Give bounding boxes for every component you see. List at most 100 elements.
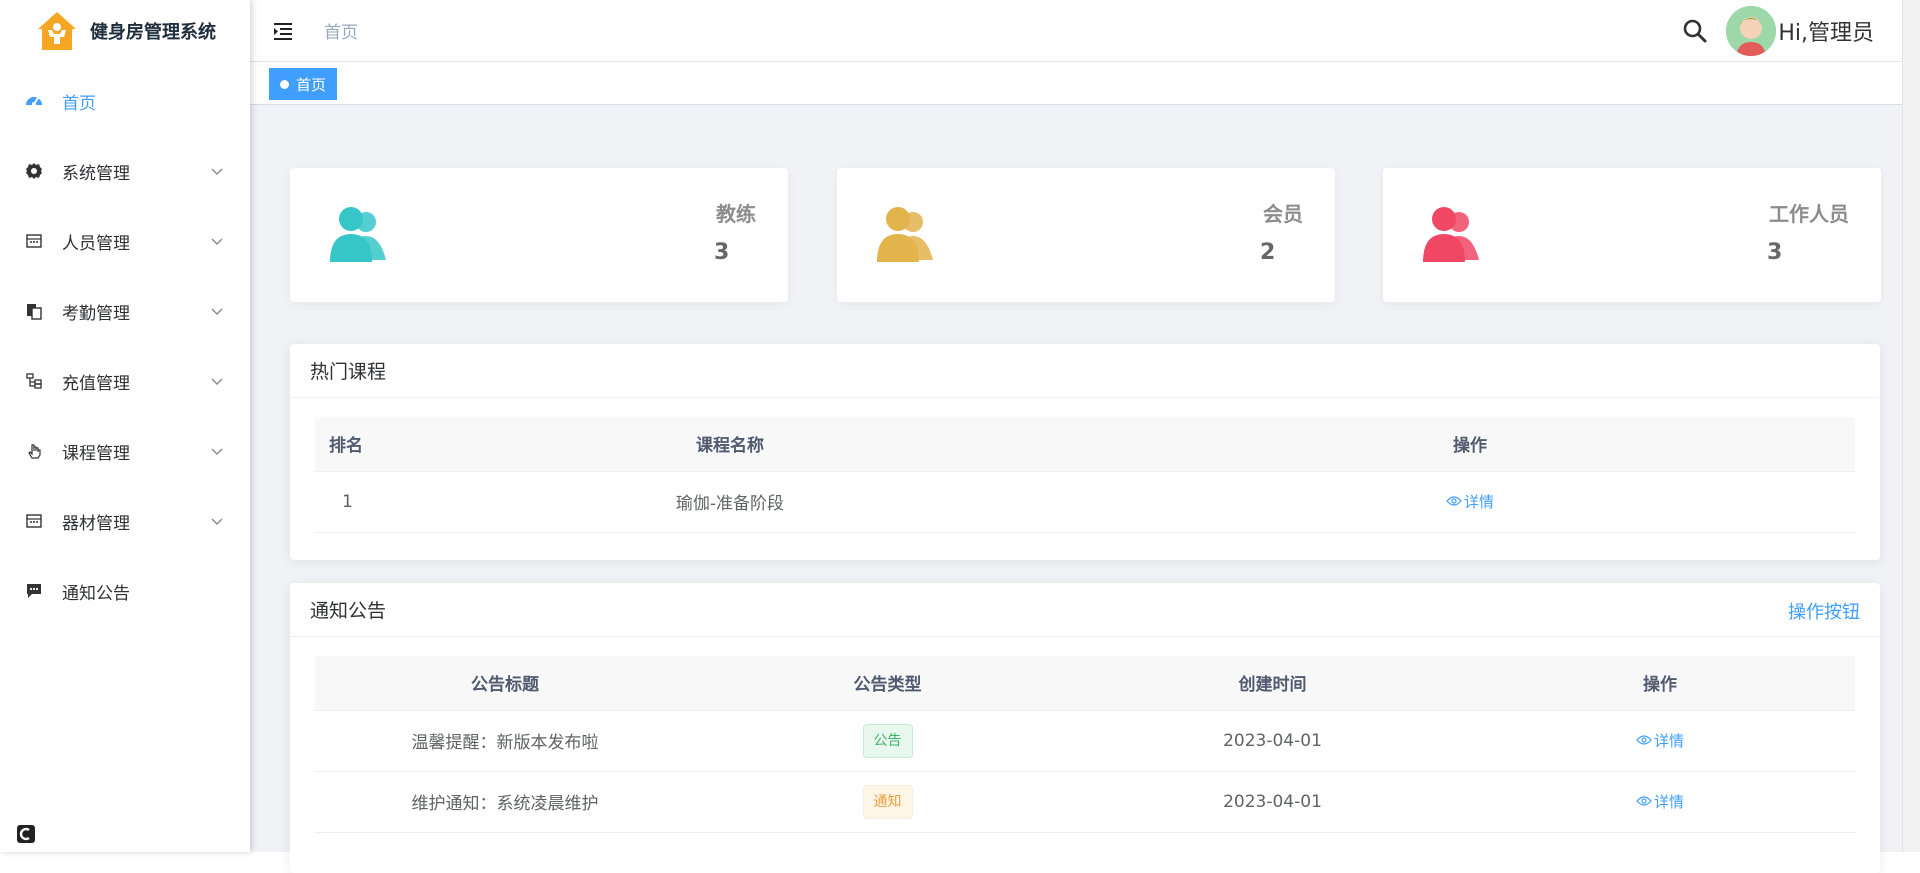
side-menu: 首页 系统管理 人员管理 考勤管理 充值管理 课程管理 器材管理 通知公告: [0, 66, 250, 626]
date-cell: 2023-04-01: [1080, 771, 1465, 833]
sidebar-item-label: 通知公告: [62, 583, 130, 604]
tags-view: 首页: [250, 62, 1920, 105]
notice-type-cell: 公告: [695, 710, 1080, 772]
people-icon: [1423, 207, 1479, 262]
chevron-down-icon: [211, 378, 223, 385]
course-name-cell: 瑜伽-准备阶段: [375, 471, 1085, 533]
table-row: 1 瑜伽-准备阶段 详情: [315, 471, 1855, 533]
detail-label: 详情: [1653, 731, 1684, 750]
chevron-down-icon: [211, 168, 223, 175]
sidebar-item-system[interactable]: 系统管理: [0, 136, 250, 206]
table-row: 维护通知：系统凌晨维护 通知 2023-04-01 详情: [315, 771, 1855, 833]
chevron-down-icon: [211, 448, 223, 455]
action-cell: 详情: [1465, 771, 1855, 833]
tag-dot-icon: [280, 79, 289, 89]
card-header: 热门课程: [290, 344, 1880, 398]
table-header-row: 公告标题 公告类型 创建时间 操作: [315, 656, 1855, 711]
sidebar-item-label: 首页: [62, 93, 96, 114]
action-button[interactable]: 操作按钮: [1788, 598, 1860, 624]
sidebar-item-equipment[interactable]: 器材管理: [0, 486, 250, 556]
detail-label: 详情: [1653, 792, 1684, 811]
table-header-row: 排名 课程名称 操作: [315, 417, 1855, 472]
chevron-down-icon: [211, 238, 223, 245]
sidebar-item-recharge[interactable]: 充值管理: [0, 346, 250, 416]
hot-courses-table: 排名 课程名称 操作 1 瑜伽-准备阶段 详情: [315, 417, 1855, 533]
logo-icon: [38, 12, 76, 50]
eye-icon: [1446, 496, 1462, 506]
corner-logo-icon[interactable]: [16, 824, 36, 844]
sidebar-item-label: 课程管理: [62, 443, 130, 464]
stat-card-members[interactable]: 会员 2: [837, 168, 1335, 302]
card-title: 热门课程: [310, 361, 387, 383]
sidebar-item-personnel[interactable]: 人员管理: [0, 206, 250, 276]
notice-title-cell: 温馨提醒：新版本发布啦: [315, 710, 695, 772]
stat-value: 2: [1260, 240, 1276, 265]
type-badge: 通知: [862, 784, 913, 819]
action-cell: 详情: [1085, 471, 1855, 533]
card-header: 通知公告 操作按钮: [290, 583, 1880, 637]
avatar[interactable]: [1726, 6, 1777, 56]
card-title: 通知公告: [310, 600, 387, 622]
detail-link[interactable]: 详情: [1636, 730, 1684, 751]
stat-label: 工作人员: [1769, 202, 1849, 226]
user-greeting[interactable]: Hi,管理员: [1778, 15, 1874, 47]
sidebar-item-home[interactable]: 首页: [0, 66, 250, 136]
detail-label: 详情: [1463, 492, 1494, 511]
column-header: 排名: [315, 417, 375, 472]
calendar-icon: [24, 231, 44, 251]
tag-home[interactable]: 首页: [269, 68, 338, 100]
breadcrumb[interactable]: 首页: [324, 18, 358, 43]
stat-card-staff[interactable]: 工作人员 3: [1383, 168, 1881, 302]
notices-card: 通知公告 操作按钮 公告标题 公告类型 创建时间 操作 温馨提醒：新版本发布啦 …: [290, 583, 1880, 873]
user-avatar-icon: [1726, 6, 1777, 56]
stat-label: 会员: [1263, 202, 1303, 226]
top-header: 首页 Hi,管理员: [250, 0, 1920, 62]
notices-table: 公告标题 公告类型 创建时间 操作 温馨提醒：新版本发布啦 公告 2023-04…: [315, 656, 1855, 833]
tag-label: 首页: [296, 75, 327, 94]
chevron-down-icon: [211, 308, 223, 315]
column-header: 公告标题: [315, 656, 695, 711]
date-cell: 2023-04-01: [1080, 710, 1465, 772]
chevron-down-icon: [211, 518, 223, 525]
notice-type-cell: 通知: [695, 771, 1080, 833]
header-right: Hi,管理员: [1682, 6, 1874, 56]
page-scrollbar[interactable]: [1902, 0, 1920, 852]
detail-link[interactable]: 详情: [1446, 491, 1494, 512]
sidebar: 健身房管理系统 首页 系统管理 人员管理 考勤管理 充值管理 课程管理 器材管理…: [0, 0, 250, 852]
sidebar-item-courses[interactable]: 课程管理: [0, 416, 250, 486]
detail-link[interactable]: 详情: [1636, 791, 1684, 812]
people-icon: [330, 207, 386, 262]
column-header: 公告类型: [695, 656, 1080, 711]
app-title: 健身房管理系统: [90, 22, 216, 43]
people-icon: [877, 207, 933, 262]
hot-courses-card: 热门课程 排名 课程名称 操作 1 瑜伽-准备阶段 详情: [290, 344, 1880, 560]
dashboard-icon: [24, 91, 44, 111]
sidebar-item-label: 系统管理: [62, 163, 130, 184]
column-header: 课程名称: [375, 417, 1085, 472]
search-icon[interactable]: [1682, 18, 1708, 44]
eye-icon: [1636, 796, 1652, 806]
sidebar-item-label: 人员管理: [62, 233, 130, 254]
rank-cell: 1: [315, 471, 375, 533]
stat-label: 教练: [716, 202, 756, 226]
main-content: 教练 3 会员 2 工作人员 3 热门课程 排名 课程名称 操作 1 瑜伽-准备…: [250, 105, 1920, 873]
stat-card-coaches[interactable]: 教练 3: [290, 168, 788, 302]
calendar-icon: [24, 511, 44, 531]
notice-title-cell: 维护通知：系统凌晨维护: [315, 771, 695, 833]
stat-value: 3: [1767, 240, 1783, 265]
logo[interactable]: 健身房管理系统: [0, 0, 250, 62]
tree-icon: [24, 371, 44, 391]
sidebar-item-attendance[interactable]: 考勤管理: [0, 276, 250, 346]
chat-icon: [24, 581, 44, 601]
sidebar-item-notices[interactable]: 通知公告: [0, 556, 250, 626]
menu-toggle-icon[interactable]: [272, 20, 294, 42]
stat-value: 3: [714, 240, 730, 265]
sidebar-item-label: 充值管理: [62, 373, 130, 394]
hand-icon: [24, 441, 44, 461]
column-header: 操作: [1085, 417, 1855, 472]
eye-icon: [1636, 735, 1652, 745]
type-badge: 公告: [862, 723, 913, 758]
gear-icon: [24, 161, 44, 181]
documents-icon: [24, 301, 44, 321]
sidebar-item-label: 考勤管理: [62, 303, 130, 324]
